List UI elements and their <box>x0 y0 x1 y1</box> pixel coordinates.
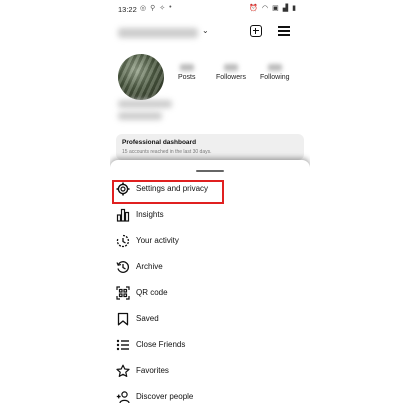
posts-label: Posts <box>178 74 196 81</box>
app-notification-icon: ✧ <box>159 5 166 12</box>
star-icon <box>116 364 130 377</box>
posts-stat[interactable]: Posts <box>178 64 196 81</box>
dashboard-title: Professional dashboard <box>122 139 197 146</box>
status-time: 13:22 <box>118 5 137 14</box>
menu-item-your-activity[interactable]: Your activity <box>110 230 310 252</box>
qr-code-icon <box>116 286 130 300</box>
menu-item-close-friends[interactable]: Close Friends <box>110 334 310 356</box>
following-label: Following <box>260 74 290 81</box>
following-count-blurred <box>267 64 282 71</box>
add-person-icon <box>116 391 130 404</box>
menu-item-label: Discover people <box>136 392 194 401</box>
activity-clock-icon <box>116 234 130 248</box>
followers-stat[interactable]: Followers <box>216 64 246 81</box>
menu-item-label: Your activity <box>136 236 179 245</box>
chevron-down-icon[interactable]: ⌄ <box>202 26 209 35</box>
avatar[interactable] <box>118 54 164 100</box>
menu-item-label: Saved <box>136 314 159 323</box>
menu-item-insights[interactable]: Insights <box>110 204 310 226</box>
menu-item-label: Archive <box>136 262 163 271</box>
insights-bar-icon <box>116 208 130 222</box>
wifi-icon: ◠ <box>262 5 269 12</box>
dashboard-subtitle: 15 accounts reached in the last 30 days. <box>122 149 212 155</box>
whatsapp-icon: ◎ <box>140 5 147 12</box>
followers-label: Followers <box>216 74 246 81</box>
menu-item-discover-people[interactable]: Discover people <box>110 386 310 408</box>
battery-icon: ▮ <box>292 5 296 12</box>
username-blurred[interactable] <box>118 28 198 38</box>
menu-item-label: QR code <box>136 288 168 297</box>
dot-icon: • <box>169 4 172 11</box>
menu-item-archive[interactable]: Archive <box>110 256 310 278</box>
close-friends-list-icon <box>116 339 129 351</box>
phone-screen: 13:22 ◎ ⚲ ✧ • ⏰ ◠ ▣ ▟ ▮ ⌄ Posts Follower… <box>110 0 310 420</box>
status-notification-icons: ◎ ⚲ ✧ • <box>140 4 172 12</box>
alarm-icon: ⏰ <box>249 5 259 12</box>
bio-line-blurred <box>118 112 162 120</box>
followers-count-blurred <box>223 64 238 71</box>
profile-header: Posts Followers Following <box>110 50 310 130</box>
archive-history-icon <box>116 261 130 273</box>
menu-item-label: Favorites <box>136 366 169 375</box>
professional-dashboard-card[interactable]: Professional dashboard 15 accounts reach… <box>116 134 304 160</box>
create-plus-icon[interactable] <box>250 25 262 37</box>
status-system-icons: ⏰ ◠ ▣ ▟ ▮ <box>249 4 296 12</box>
menu-item-qr-code[interactable]: QR code <box>110 282 310 304</box>
menu-item-label: Insights <box>136 210 164 219</box>
posts-count-blurred <box>179 64 194 71</box>
signal-icon: ▟ <box>282 5 289 12</box>
location-icon: ⚲ <box>150 5 156 12</box>
bookmark-icon <box>117 312 129 326</box>
profile-top-bar: ⌄ <box>110 22 310 42</box>
menu-item-saved[interactable]: Saved <box>110 308 310 330</box>
hamburger-menu-icon[interactable] <box>278 26 290 36</box>
menu-item-label: Close Friends <box>136 340 186 349</box>
sheet-drag-handle[interactable] <box>196 170 224 173</box>
bio-line-blurred <box>118 100 172 108</box>
following-stat[interactable]: Following <box>260 64 290 81</box>
status-bar: 13:22 ◎ ⚲ ✧ • ⏰ ◠ ▣ ▟ ▮ <box>110 0 310 18</box>
volte-icon: ▣ <box>272 5 279 12</box>
menu-item-favorites[interactable]: Favorites <box>110 360 310 382</box>
highlight-box <box>112 180 224 204</box>
